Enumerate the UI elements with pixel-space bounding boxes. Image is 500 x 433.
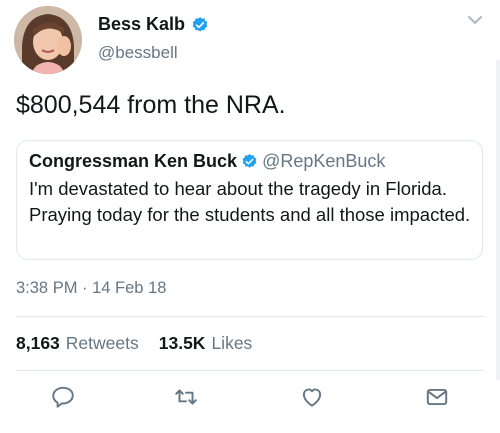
author-name-row[interactable]: Bess Kalb [98,14,209,35]
chevron-down-icon[interactable] [467,14,483,26]
profile-photo-icon [14,6,82,74]
quoted-author-name: Congressman Ken Buck [29,151,238,171]
likes-count[interactable]: 13.5K [159,333,206,354]
tweet-actions-bar [0,384,500,418]
author-display-name[interactable]: Bess Kalb [98,14,185,35]
author-handle[interactable]: @bessbell [98,43,178,63]
quoted-tweet-card[interactable]: Congressman Ken Buck @RepKenBuck I'm dev… [16,140,483,260]
avatar[interactable] [14,6,82,74]
retweet-icon[interactable] [173,384,199,410]
reply-icon[interactable] [50,384,76,410]
retweets-count[interactable]: 8,163 [16,333,60,354]
scroll-edge [496,60,500,380]
message-icon[interactable] [424,384,450,410]
divider [16,316,484,317]
verified-icon [242,154,257,168]
quoted-tweet-text: I'm devastated to hear about the tragedy… [29,178,471,225]
tweet-text: $800,544 from the NRA. [16,91,286,119]
quoted-author-handle: @RepKenBuck [262,151,386,171]
quoted-tweet-header: Congressman Ken Buck @RepKenBuck [29,151,385,172]
tweet-stats: 8,163 Retweets 13.5K Likes [16,333,266,354]
divider [16,370,484,371]
retweets-label[interactable]: Retweets [66,333,139,354]
verified-icon [192,16,208,32]
like-icon[interactable] [299,384,325,410]
likes-label[interactable]: Likes [211,333,252,354]
tweet-timestamp[interactable]: 3:38 PM · 14 Feb 18 [16,279,166,298]
